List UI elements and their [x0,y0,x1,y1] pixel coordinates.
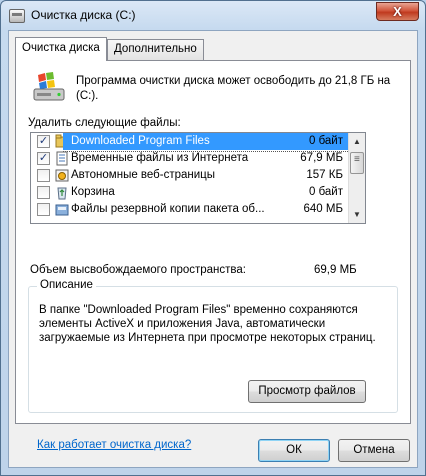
files-to-delete-label: Удалить следующие файлы: [28,117,181,129]
checkbox[interactable] [37,186,50,199]
scroll-down-arrow-icon[interactable]: ▼ [349,206,365,223]
intro-text: Программа очистки диска может освободить… [76,75,391,102]
file-category-name: Автономные веб-страницы [71,169,216,181]
file-category-name: Файлы резервной копии пакета об... [71,203,265,215]
help-link[interactable]: Как работает очистка диска? [37,439,191,451]
space-to-free-label: Объем высвобождаемого пространства: [30,264,246,276]
list-item[interactable]: Файлы резервной копии пакета об... 640 М… [31,201,365,218]
file-category-size: 67,9 МБ [300,152,343,164]
file-category-size: 0 байт [308,186,343,198]
window-title: Очистка диска (C:) [31,8,136,22]
checkbox[interactable] [37,203,50,216]
file-category-name: Временные файлы из Интернета [71,152,249,164]
description-title: Описание [37,279,96,291]
file-category-name: Downloaded Program Files [71,135,210,147]
file-category-size: 640 МБ [303,203,343,215]
ok-button[interactable]: ОК [258,439,330,462]
view-files-button[interactable]: Просмотр файлов [248,380,366,403]
tab-disk-cleanup[interactable]: Очистка диска [15,37,107,61]
list-item[interactable]: ✓ Временные файлы из Интернета 67,9 МБ [31,150,365,167]
description-text: В папке "Downloaded Program Files" време… [39,304,376,344]
list-item[interactable]: ✓ Downloaded Program Files 0 байт [31,133,365,152]
tab-more-options[interactable]: Дополнительно [107,39,204,60]
list-item[interactable]: Автономные веб-страницы 157 КБ [31,167,365,184]
list-scrollbar[interactable]: ▲ ▼ [348,133,365,223]
list-item[interactable]: Корзина 0 байт [31,184,365,201]
description-groupbox: Описание В папке "Downloaded Program Fil… [28,279,398,413]
file-category-size: 157 КБ [306,169,343,181]
file-category-size: 0 байт [308,135,343,147]
tab-panel: Программа очистки диска может освободить… [15,60,411,451]
files-to-delete-list: ✓ Downloaded Program Files 0 байт ✓ Врем… [30,132,366,224]
close-button[interactable]: X [376,2,419,21]
title-bar[interactable]: Очистка диска (C:) X [1,1,425,31]
checkbox[interactable] [37,169,50,182]
file-category-name: Корзина [71,186,115,198]
dialog-client-area: Очистка диска Дополнительно Программа оч… [8,30,418,468]
cancel-button[interactable]: Отмена [338,439,410,462]
scroll-up-arrow-icon[interactable]: ▲ [349,133,365,150]
checkbox[interactable]: ✓ [37,152,50,165]
checkbox[interactable]: ✓ [37,135,50,148]
scroll-thumb[interactable] [350,152,364,174]
disk-cleanup-window: Очистка диска (C:) X Очистка диска Допол… [0,0,426,476]
drive-icon [9,9,25,23]
disk-cleanup-icon [33,72,65,101]
space-to-free-value: 69,9 МБ [314,264,357,276]
